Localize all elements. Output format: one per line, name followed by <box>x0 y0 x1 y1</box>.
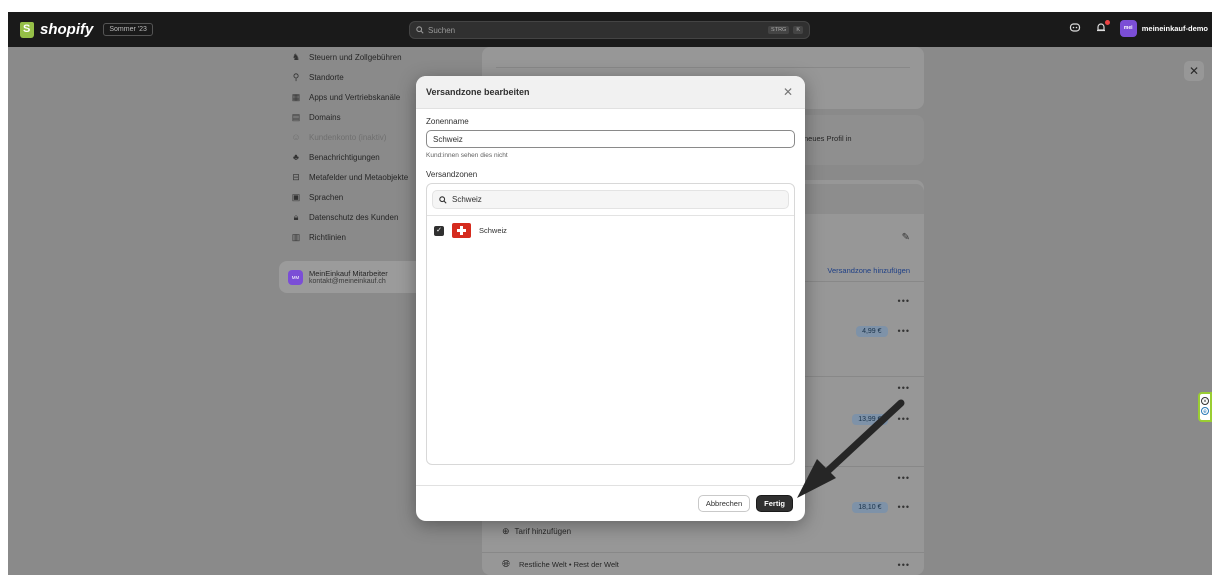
annotation-arrow-icon <box>797 399 905 498</box>
side-extension-widget[interactable]: × e <box>1198 392 1212 422</box>
extension-logo-icon[interactable]: e <box>1201 407 1209 415</box>
close-circle-icon[interactable]: × <box>1201 397 1209 405</box>
